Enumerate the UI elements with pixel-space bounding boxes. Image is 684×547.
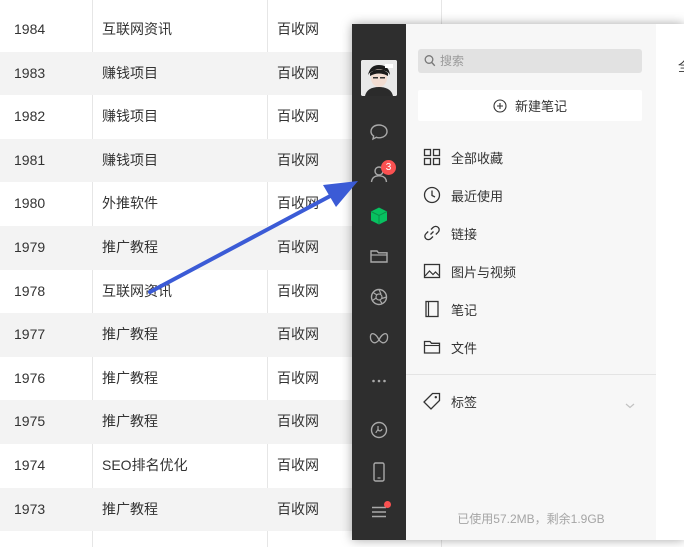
row-category: 推广教程	[102, 369, 158, 386]
menu-item-label: 链接	[451, 226, 478, 242]
phone-icon[interactable]	[367, 460, 391, 484]
menu-item-all-favorites[interactable]: 全部收藏	[422, 143, 503, 171]
new-note-label: 新建笔记	[514, 99, 567, 114]
row-id: 1980	[14, 195, 46, 212]
row-site: 百收网	[277, 282, 319, 299]
row-site: 百收网	[277, 64, 319, 81]
row-category: 赚钱项目	[102, 108, 158, 125]
row-site: 百收网	[277, 151, 319, 168]
row-site: 百收网	[277, 195, 319, 212]
row-id: 1984	[14, 21, 46, 37]
favorites-menu: 新建笔记 全部收藏 最近使用 链接 图片与视频	[406, 24, 657, 540]
row-id: 1976	[14, 369, 46, 386]
mini-program-icon[interactable]	[367, 328, 391, 352]
row-category: 赚钱项目	[102, 64, 158, 81]
menu-item-recent[interactable]: 最近使用	[422, 181, 503, 209]
row-site: 百收网	[277, 239, 319, 255]
row-id: 1983	[14, 64, 46, 81]
wechat-favorites-window: 3 搜索 新建笔记 全部收藏 最近使用 链接 图片与视频 笔记 文件 标签 已使…	[352, 24, 684, 540]
row-site: 百收网	[277, 369, 319, 386]
row-site: 百收网	[277, 500, 319, 517]
menu-item-notes[interactable]: 笔记	[422, 295, 477, 323]
row-category: 互联网资讯	[102, 21, 172, 37]
row-category: 推广教程	[102, 326, 158, 343]
menu-item-files[interactable]: 文件	[422, 333, 477, 361]
search-icon	[424, 54, 436, 73]
row-id: 1973	[14, 500, 46, 517]
menu-item-tags[interactable]: 标签	[422, 387, 477, 415]
notification-dot	[384, 501, 391, 508]
row-category: 推广教程	[102, 500, 158, 517]
folder-icon[interactable]	[367, 244, 391, 268]
row-category: 推广教程	[102, 413, 158, 430]
new-note-button[interactable]: 新建笔记	[418, 90, 642, 121]
row-site: 百收网	[277, 21, 319, 37]
row-id: 1974	[14, 457, 46, 473]
avatar[interactable]	[361, 60, 397, 96]
menu-item-label: 全部收藏	[451, 150, 504, 166]
row-site: 百收网	[277, 457, 319, 473]
sidebar: 3	[352, 24, 406, 540]
row-id: 1979	[14, 239, 46, 255]
row-category: 外推软件	[102, 195, 158, 212]
content-pane: 全	[656, 24, 684, 540]
row-category: 推广教程	[102, 239, 158, 255]
row-site: 百收网	[277, 326, 319, 343]
search-box[interactable]	[418, 49, 642, 73]
folder-icon	[422, 337, 442, 357]
more-icon[interactable]	[367, 369, 391, 393]
row-category: SEO排名优化	[102, 457, 188, 473]
menu-item-label: 标签	[451, 394, 478, 410]
storage-usage: 已使用57.2MB，剩余1.9GB	[457, 512, 605, 526]
grid-icon	[422, 147, 442, 167]
clock-icon	[422, 185, 442, 205]
search-input[interactable]	[440, 49, 630, 73]
menu-item-images-videos[interactable]: 图片与视频	[422, 257, 516, 285]
menu-item-links[interactable]: 链接	[422, 219, 477, 247]
moments-icon[interactable]	[367, 285, 391, 309]
image-icon	[422, 261, 442, 281]
row-id: 1975	[14, 413, 46, 430]
chevron-down-icon[interactable]	[624, 397, 636, 415]
content-heading: 全	[678, 56, 684, 75]
row-id: 1977	[14, 326, 46, 343]
row-category: 互联网资讯	[102, 282, 172, 299]
row-site: 百收网	[277, 413, 319, 430]
row-id: 1978	[14, 282, 46, 299]
favorites-icon[interactable]	[367, 204, 391, 228]
channels-icon[interactable]	[367, 418, 391, 442]
unread-badge: 3	[381, 160, 396, 175]
menu-item-label: 图片与视频	[451, 264, 517, 280]
link-icon	[422, 223, 442, 243]
tag-icon	[422, 391, 442, 411]
row-id: 1982	[14, 108, 46, 125]
row-id: 1981	[14, 151, 46, 168]
menu-item-label: 笔记	[451, 302, 478, 318]
row-site: 百收网	[277, 108, 319, 125]
plus-circle-icon	[493, 98, 507, 113]
note-icon	[422, 299, 442, 319]
menu-item-label: 文件	[451, 340, 478, 356]
row-category: 赚钱项目	[102, 151, 158, 168]
menu-divider	[406, 374, 656, 375]
menu-item-label: 最近使用	[451, 188, 504, 204]
chat-icon[interactable]	[367, 120, 391, 144]
